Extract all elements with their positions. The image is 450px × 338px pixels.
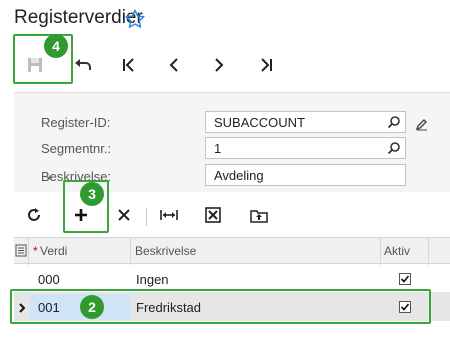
undo-icon: [74, 57, 92, 73]
register-id-label: Register-ID:: [41, 115, 111, 130]
grid-header: * Verdi Beskrivelse Aktiv: [14, 237, 450, 265]
search-icon[interactable]: [387, 115, 401, 129]
segment-field[interactable]: 1: [205, 137, 406, 159]
column-header-aktiv[interactable]: Aktiv: [384, 244, 410, 258]
callout-badge: 3: [80, 182, 104, 206]
refresh-icon: [26, 207, 42, 228]
callout-badge: 2: [80, 295, 104, 319]
segment-value: 1: [214, 141, 222, 156]
register-id-value: SUBACCOUNT: [214, 115, 306, 130]
column-header-verdi[interactable]: Verdi: [40, 244, 67, 258]
description-field[interactable]: Avdeling: [205, 164, 406, 186]
description-value: Avdeling: [214, 168, 264, 183]
previous-record-icon: [166, 57, 182, 73]
undo-button[interactable]: [70, 52, 96, 78]
fit-columns-button[interactable]: [157, 205, 181, 229]
callout-badge: 4: [44, 34, 68, 58]
required-marker: *: [33, 244, 38, 258]
value-cell[interactable]: 000: [38, 272, 60, 287]
next-record-button[interactable]: [206, 52, 232, 78]
favorite-star-icon[interactable]: [124, 8, 146, 30]
callout-box-selected-row: [10, 289, 431, 324]
fit-columns-icon: [160, 208, 178, 227]
upload-button[interactable]: [247, 205, 271, 229]
description-cell[interactable]: Ingen: [136, 272, 169, 287]
form-panel: Register-ID: SUBACCOUNT Segmentnr.: 1 * …: [14, 92, 450, 192]
first-record-button[interactable]: [116, 52, 142, 78]
first-record-icon: [121, 57, 137, 73]
delete-row-button[interactable]: [112, 205, 136, 229]
grid-menu-icon[interactable]: [15, 244, 27, 262]
upload-icon: [250, 207, 268, 228]
export-excel-button[interactable]: [201, 205, 225, 229]
column-divider: [428, 238, 429, 265]
search-icon[interactable]: [387, 141, 401, 155]
previous-record-button[interactable]: [161, 52, 187, 78]
delete-row-icon: [117, 208, 131, 227]
register-id-field[interactable]: SUBACCOUNT: [205, 111, 406, 133]
column-divider: [130, 238, 131, 265]
edit-pencil-icon[interactable]: [415, 117, 429, 131]
active-checkbox[interactable]: [399, 273, 411, 285]
last-record-icon: [258, 57, 274, 73]
toolbar-divider: [146, 208, 147, 226]
column-divider: [380, 238, 381, 265]
refresh-button[interactable]: [22, 205, 46, 229]
segment-label: Segmentnr.:: [41, 141, 112, 156]
export-excel-icon: [205, 206, 221, 228]
next-record-icon: [211, 57, 227, 73]
last-record-button[interactable]: [253, 52, 279, 78]
column-header-beskrivelse[interactable]: Beskrivelse: [135, 244, 196, 258]
column-divider: [28, 238, 29, 265]
